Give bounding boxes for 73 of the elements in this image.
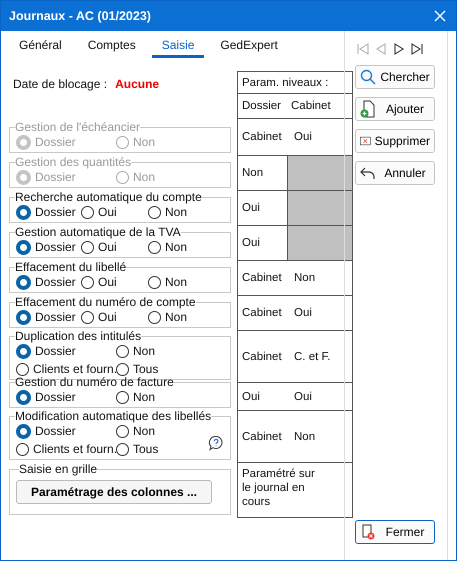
radio-option[interactable]: Dossier: [16, 389, 116, 405]
blocking-date-label: Date de blocage :: [13, 77, 108, 93]
group-title: Gestion de l'échéancier: [15, 120, 140, 134]
group-title: Effacement du libellé: [15, 260, 126, 274]
radio-option[interactable]: Oui: [81, 204, 148, 220]
radio-option[interactable]: Oui: [81, 309, 148, 325]
group-title: Gestion automatique de la TVA: [15, 225, 181, 239]
radio-option[interactable]: Non: [116, 389, 230, 405]
unavailable-cell: [287, 191, 353, 226]
column-header: Cabinet: [287, 94, 353, 119]
radio-option[interactable]: Tous: [116, 361, 230, 377]
radio-option[interactable]: Dossier: [16, 423, 116, 439]
group-title: Modification automatique des libellés: [15, 409, 212, 423]
radio-option[interactable]: Oui: [81, 239, 148, 255]
window-title: Journaux - AC (01/2023): [9, 9, 151, 23]
radio-option[interactable]: Clients et fourn.: [16, 441, 116, 457]
table-cell: Oui: [237, 191, 287, 226]
group-title: Saisie en grille: [19, 462, 98, 476]
tab[interactable]: GedExpert: [210, 37, 288, 58]
table-cell-text: Oui: [242, 390, 261, 402]
table-cell: Oui: [294, 131, 312, 143]
radio-option[interactable]: Dossier: [16, 204, 81, 220]
radio-option[interactable]: Dossier: [16, 343, 116, 359]
radio-option[interactable]: Dossier: [16, 274, 81, 290]
group-title: Gestion des quantités: [15, 155, 132, 169]
tab[interactable]: Comptes: [78, 37, 146, 58]
group-title: Duplication des intitulés: [15, 329, 142, 343]
radio-option[interactable]: Clients et fourn.: [16, 361, 116, 377]
add-document-icon: [360, 100, 376, 118]
undo-icon: [360, 166, 376, 180]
close-button[interactable]: Fermer: [355, 520, 435, 544]
table-cell: Non: [237, 156, 287, 191]
tab[interactable]: Général: [9, 37, 72, 58]
radio-option[interactable]: Oui: [81, 274, 148, 290]
table-cell: Oui: [294, 390, 312, 402]
radio-option[interactable]: Non: [148, 239, 230, 255]
column-header: Dossier: [237, 94, 287, 119]
table-cell: C. et F.: [294, 350, 330, 362]
radio-option[interactable]: Non: [116, 343, 230, 359]
radio-option[interactable]: Non: [148, 309, 230, 325]
table-cell-text: Cabinet: [242, 131, 283, 143]
radio-option[interactable]: Non: [148, 204, 230, 220]
table-cell: Non: [294, 272, 316, 284]
group-title: Effacement du numéro de compte: [15, 295, 196, 309]
search-icon: [360, 69, 376, 85]
blocking-date-value: Aucune: [115, 77, 160, 93]
action-button[interactable]: Annuler: [355, 161, 435, 185]
close-icon[interactable]: [434, 10, 446, 22]
table-cell: Oui: [237, 226, 287, 261]
next-icon[interactable]: [393, 43, 405, 55]
radio-option[interactable]: Tous: [116, 441, 230, 457]
table-cell-text: Cabinet: [242, 350, 283, 362]
tab[interactable]: Saisie: [152, 37, 204, 58]
radio-option[interactable]: Dossier: [16, 239, 81, 255]
last-icon[interactable]: [411, 43, 423, 55]
close-door-icon: [360, 524, 376, 540]
column-settings-button[interactable]: Paramétrage des colonnes ...: [16, 480, 212, 504]
action-button[interactable]: Supprimer: [355, 129, 435, 153]
table-cell-text: Cabinet: [242, 430, 283, 442]
table-cell: Non: [294, 430, 316, 442]
group-title: Gestion du numéro de facture: [15, 375, 174, 389]
table-header: Param. niveaux :: [237, 71, 353, 94]
group-title: Recherche automatique du compte: [15, 190, 202, 204]
delete-icon: [360, 134, 371, 148]
table-cell-text: Cabinet: [242, 272, 283, 284]
radio-option[interactable]: Non: [148, 274, 230, 290]
radio-option[interactable]: Dossier: [16, 309, 81, 325]
help-icon[interactable]: [208, 435, 224, 451]
radio-option[interactable]: Non: [116, 423, 230, 439]
action-button[interactable]: Chercher: [355, 65, 435, 89]
table-cell-text: Cabinet: [242, 307, 283, 319]
action-button[interactable]: Ajouter: [355, 97, 435, 121]
table-cell: Oui: [294, 307, 312, 319]
